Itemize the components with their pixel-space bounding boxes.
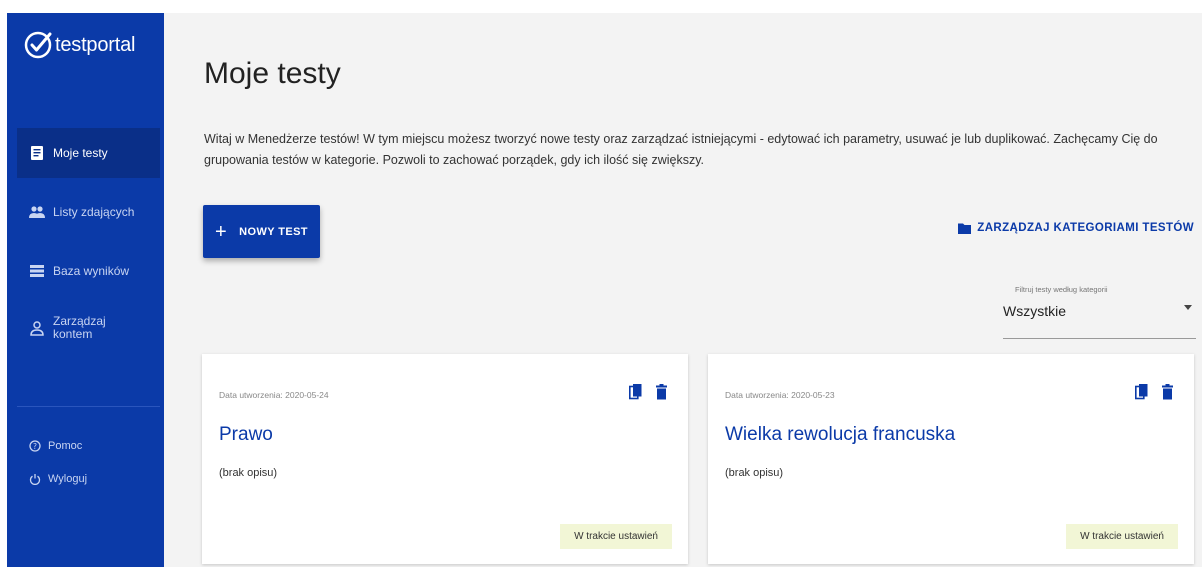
intro-text: Witaj w Menedżerze testów! W tym miejscu… (204, 132, 1158, 167)
group-icon (29, 204, 45, 220)
sidebar-item-label: Listy zdających (53, 204, 135, 219)
card-description: (brak opisu) (725, 467, 784, 479)
sidebar-item-label: Moje testy (53, 145, 108, 160)
brand-logo[interactable]: testportal (23, 27, 135, 63)
svg-text:?: ? (33, 442, 37, 451)
sidebar-divider (17, 406, 160, 407)
delete-icon[interactable] (655, 384, 668, 400)
card-date: Data utworzenia: 2020-05-23 (725, 390, 835, 400)
new-test-button[interactable]: + NOWY TEST (203, 205, 320, 258)
main-content: Moje testy Witaj w Menedżerze testów! W … (164, 13, 1202, 567)
plus-icon: + (215, 220, 228, 243)
test-card[interactable]: Data utworzenia: 2020-05-23 Wielka rewol… (708, 354, 1194, 564)
sidebar-item-results[interactable]: Baza wyników (17, 246, 160, 296)
sidebar-item-account[interactable]: Zarządzaj kontem (17, 303, 160, 353)
page-title: Moje testy (204, 57, 341, 90)
card-actions (1135, 384, 1174, 400)
sidebar-item-test-takers[interactable]: Listy zdających (17, 187, 160, 237)
card-description: (brak opisu) (219, 467, 278, 479)
dropdown-arrow-icon (1184, 305, 1192, 310)
filter-value: Wszystkie (1003, 303, 1066, 319)
logout-label: Wyloguj (48, 473, 88, 485)
sidebar: testportal Moje testy Listy zdających Ba… (7, 13, 164, 567)
filter-label: Filtruj testy według kategorii (1015, 285, 1108, 294)
sidebar-item-my-tests[interactable]: Moje testy (17, 128, 160, 178)
card-title[interactable]: Wielka rewolucja francuska (725, 424, 955, 446)
folder-icon (958, 223, 972, 234)
checkmark-circle-icon (24, 31, 52, 59)
card-title[interactable]: Prawo (219, 424, 273, 446)
sidebar-item-label: Baza wyników (53, 263, 130, 278)
duplicate-icon[interactable] (1135, 384, 1148, 400)
help-label: Pomoc (48, 440, 83, 452)
power-icon (29, 474, 41, 485)
list-icon (29, 263, 45, 279)
category-filter-select[interactable]: Filtruj testy według kategorii Wszystkie (1003, 281, 1196, 339)
help-icon: ? (29, 440, 41, 452)
status-badge: W trakcie ustawień (560, 524, 672, 549)
manage-categories-label: ZARZĄDZAJ KATEGORIAMI TESTÓW (977, 222, 1194, 234)
sidebar-item-label: Zarządzaj kontem (53, 314, 106, 341)
status-badge: W trakcie ustawień (1066, 524, 1178, 549)
logout-link[interactable]: Wyloguj (29, 473, 87, 485)
new-test-label: NOWY TEST (239, 225, 308, 238)
help-link[interactable]: ? Pomoc (29, 440, 82, 452)
document-icon (29, 145, 45, 161)
delete-icon[interactable] (1161, 384, 1174, 400)
card-date: Data utworzenia: 2020-05-24 (219, 390, 329, 400)
brand-name: testportal (55, 33, 136, 56)
card-actions (629, 384, 668, 400)
manage-categories-link[interactable]: ZARZĄDZAJ KATEGORIAMI TESTÓW (958, 222, 1194, 234)
duplicate-icon[interactable] (629, 384, 642, 400)
test-card[interactable]: Data utworzenia: 2020-05-24 Prawo (brak … (202, 354, 688, 564)
person-icon (29, 320, 45, 336)
